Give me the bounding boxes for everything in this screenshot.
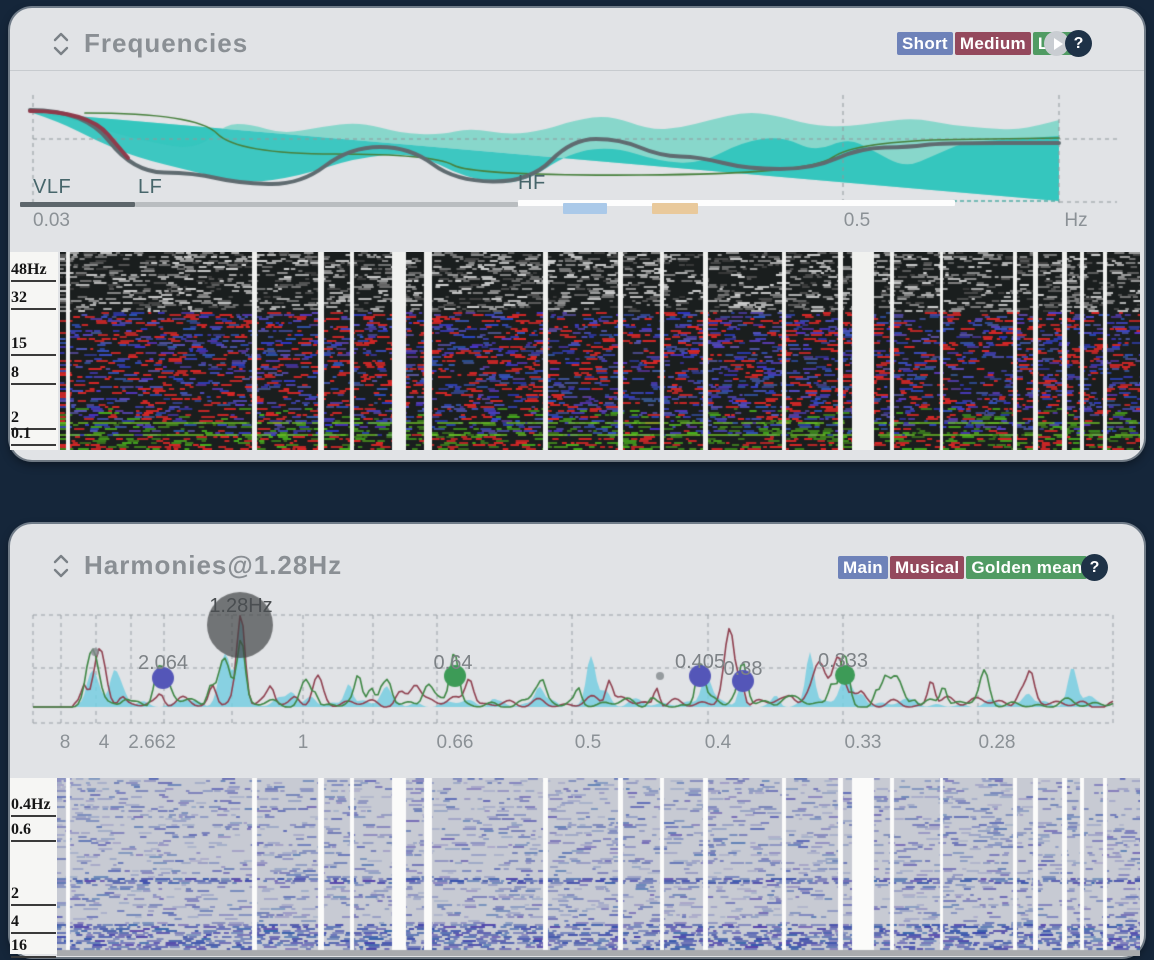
peak-label-0.64: 0.64 — [434, 652, 473, 675]
spectrogram-tick-8: 8 — [11, 364, 56, 385]
legend-chip-musical[interactable]: Musical — [890, 556, 964, 579]
peak-label-0.38: 0.38 — [724, 658, 763, 681]
frequencies-title: Frequencies — [84, 28, 248, 59]
spectrogram-tick-0.1: 0.1 — [11, 425, 56, 446]
collapse-expand-icon[interactable] — [52, 30, 70, 58]
x-tick-0.66: 0.66 — [437, 732, 474, 754]
spectrogram-tick-0.4hz: 0.4Hz — [11, 796, 56, 817]
harmonies-legend: MainMusicalGolden mean — [838, 556, 1087, 579]
legend-chip-short[interactable]: Short — [897, 32, 953, 55]
x-tick-Hz: Hz — [1064, 210, 1087, 232]
harmonies-title: Harmonies@1.28Hz — [84, 550, 342, 581]
x-tick-2.662: 2.662 — [128, 732, 176, 754]
frequencies-chart-canvas[interactable] — [10, 70, 1144, 250]
x-tick-4: 4 — [99, 732, 110, 754]
spectrogram-tick-4: 4 — [11, 913, 56, 934]
collapse-expand-icon[interactable] — [52, 552, 70, 580]
range-bar-segment-3[interactable] — [563, 203, 607, 214]
x-tick-0.03: 0.03 — [33, 210, 70, 232]
spectrogram-tick-15: 15 — [11, 335, 56, 356]
frequencies-help-button[interactable]: ? — [1065, 30, 1092, 57]
legend-chip-golden-mean[interactable]: Golden mean — [966, 556, 1087, 579]
range-bar-segment-1[interactable] — [135, 202, 518, 207]
legend-chip-main[interactable]: Main — [838, 556, 888, 579]
app-stage: Frequencies ShortMediumLong ? VLFLFHF 0.… — [0, 0, 1154, 960]
range-bar-segment-0[interactable] — [20, 202, 135, 207]
peak-label-0.333: 0.333 — [818, 650, 868, 673]
x-tick-0.5: 0.5 — [844, 210, 870, 232]
x-tick-0.28: 0.28 — [979, 732, 1016, 754]
band-label-lf: LF — [138, 176, 162, 199]
harmonies-help-button[interactable]: ? — [1081, 554, 1108, 581]
play-icon — [1054, 38, 1063, 50]
harmonies-spectrogram[interactable] — [57, 778, 1140, 956]
spectrogram-tick-2: 2 — [11, 885, 56, 906]
spectrogram-tick-0.6: 0.6 — [11, 821, 56, 842]
spectrogram-tick-32: 32 — [11, 289, 56, 310]
x-tick-8: 8 — [60, 732, 71, 754]
peak-label-2.064: 2.064 — [138, 652, 188, 675]
x-tick-0.33: 0.33 — [845, 732, 882, 754]
x-tick-0.5: 0.5 — [575, 732, 601, 754]
range-bar-segment-4[interactable] — [652, 203, 698, 214]
spectrogram-tick-48hz: 48Hz — [11, 261, 56, 282]
frequencies-spectrogram[interactable] — [60, 252, 1140, 450]
band-label-hf: HF — [518, 172, 546, 195]
band-label-vlf: VLF — [33, 176, 71, 199]
legend-chip-medium[interactable]: Medium — [955, 32, 1031, 55]
x-tick-1: 1 — [298, 732, 309, 754]
peak-label-0.405: 0.405 — [675, 651, 725, 674]
spectrogram-tick-16: 16 — [11, 937, 56, 958]
peak-label-1.28Hz: 1.28Hz — [209, 595, 272, 618]
x-tick-0.4: 0.4 — [705, 732, 731, 754]
